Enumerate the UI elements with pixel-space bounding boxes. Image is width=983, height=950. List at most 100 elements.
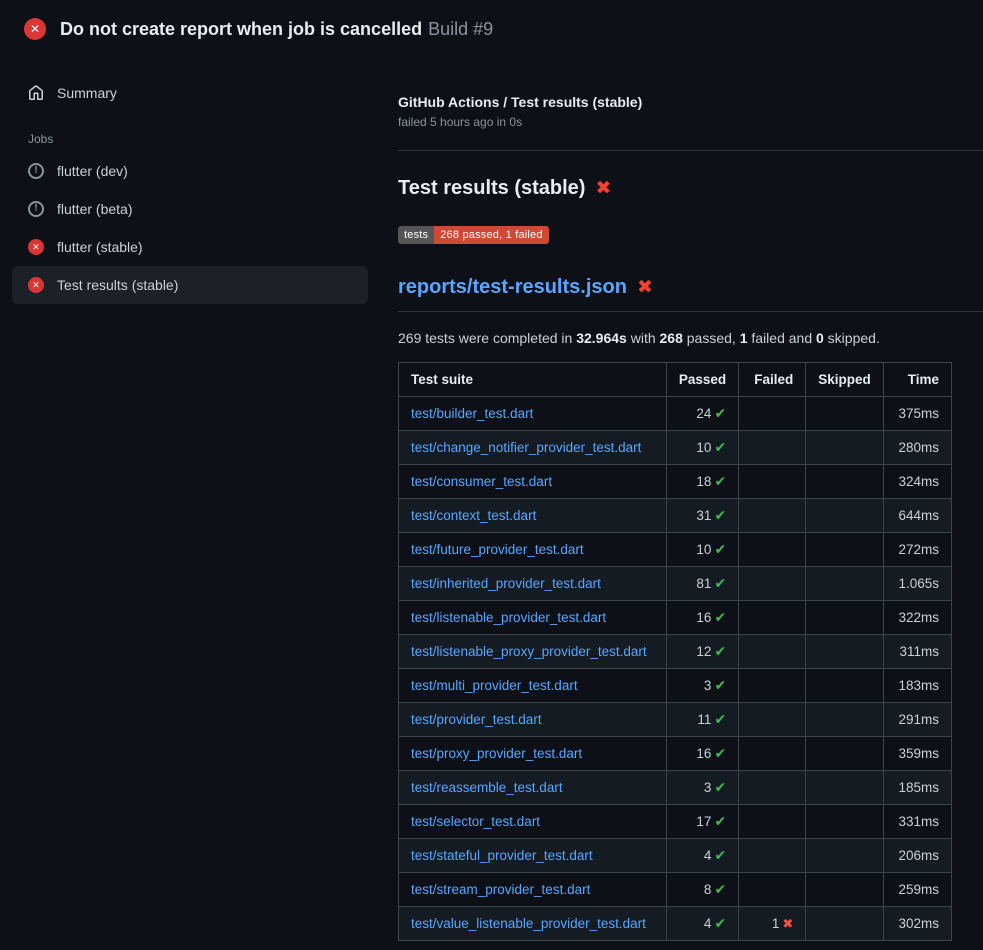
page-title: Do not create report when job is cancell…	[60, 19, 493, 40]
time-cell: 259ms	[883, 873, 951, 907]
table-header-row: Test suite Passed Failed Skipped Time	[399, 363, 952, 397]
test-results-table: Test suite Passed Failed Skipped Time te…	[398, 362, 952, 941]
test-suite-link[interactable]: test/multi_provider_test.dart	[411, 678, 578, 693]
failed-x-icon: ✖	[637, 276, 653, 299]
time-cell: 644ms	[883, 499, 951, 533]
sidebar-item-test-results-stable[interactable]: ✕ Test results (stable)	[12, 266, 368, 304]
check-icon: ✔	[714, 881, 726, 897]
sidebar-item-flutter-stable[interactable]: ✕ flutter (stable)	[12, 228, 368, 266]
passed-cell: 8✔	[666, 873, 738, 907]
time-cell: 183ms	[883, 669, 951, 703]
time-cell: 302ms	[883, 907, 951, 941]
failed-cell	[739, 669, 806, 703]
test-suite-link[interactable]: test/stateful_provider_test.dart	[411, 848, 593, 863]
table-row: test/stream_provider_test.dart 8✔ 259ms	[399, 873, 952, 907]
sidebar-item-summary[interactable]: Summary	[12, 74, 368, 112]
passed-cell: 24✔	[666, 397, 738, 431]
home-icon	[28, 85, 44, 101]
failed-x-icon: ✖	[595, 177, 611, 200]
passed-cell: 81✔	[666, 567, 738, 601]
test-suite-link[interactable]: test/inherited_provider_test.dart	[411, 576, 601, 591]
test-suite-link[interactable]: test/proxy_provider_test.dart	[411, 746, 582, 761]
test-suite-link[interactable]: test/listenable_provider_test.dart	[411, 610, 606, 625]
skipped-cell	[806, 567, 884, 601]
failed-cell	[739, 465, 806, 499]
table-row: test/provider_test.dart11✔291ms	[399, 703, 952, 737]
passed-cell: 3✔	[666, 669, 738, 703]
skipped-cell	[806, 669, 884, 703]
test-suite-link[interactable]: test/provider_test.dart	[411, 712, 542, 727]
skipped-cell	[806, 465, 884, 499]
passed-cell: 31✔	[666, 499, 738, 533]
sidebar-summary-label: Summary	[57, 85, 117, 101]
report-link[interactable]: reports/test-results.json	[398, 276, 627, 299]
column-header-test-suite: Test suite	[399, 363, 667, 397]
test-suite-cell: test/consumer_test.dart	[399, 465, 667, 499]
check-icon: ✔	[714, 779, 726, 795]
table-row: test/builder_test.dart24✔375ms	[399, 397, 952, 431]
sidebar-item-flutter-dev[interactable]: ! flutter (dev)	[12, 152, 368, 190]
failed-cell	[739, 397, 806, 431]
summary-passed: 268	[660, 330, 683, 346]
skipped-cell	[806, 873, 884, 907]
breadcrumb: GitHub Actions / Test results (stable)	[398, 94, 983, 110]
time-cell: 280ms	[883, 431, 951, 465]
build-title: Do not create report when job is cancell…	[60, 19, 422, 39]
build-failed-icon: ✕	[24, 18, 46, 40]
sidebar-item-label: flutter (beta)	[57, 201, 132, 217]
summary-duration: 32.964s	[576, 330, 627, 346]
test-suite-link[interactable]: test/listenable_proxy_provider_test.dart	[411, 644, 647, 659]
test-suite-cell: test/multi_provider_test.dart	[399, 669, 667, 703]
report-title: reports/test-results.json ✖	[398, 276, 983, 312]
skipped-cell	[806, 771, 884, 805]
time-cell: 311ms	[883, 635, 951, 669]
failed-cell	[739, 873, 806, 907]
check-icon: ✔	[714, 439, 726, 455]
table-row: test/value_listenable_provider_test.dart…	[399, 907, 952, 941]
failed-cell	[739, 635, 806, 669]
test-table-body: test/builder_test.dart24✔375mstest/chang…	[399, 397, 952, 941]
results-summary: 269 tests were completed in 32.964s with…	[398, 330, 983, 346]
test-suite-cell: test/provider_test.dart	[399, 703, 667, 737]
failed-cell	[739, 499, 806, 533]
time-cell: 322ms	[883, 601, 951, 635]
column-header-passed: Passed	[666, 363, 738, 397]
test-suite-cell: test/reassemble_test.dart	[399, 771, 667, 805]
test-suite-cell: test/selector_test.dart	[399, 805, 667, 839]
table-row: test/stateful_provider_test.dart4✔206ms	[399, 839, 952, 873]
skipped-cell	[806, 805, 884, 839]
content-area: Summary Jobs ! flutter (dev) ! flutter (…	[0, 58, 983, 941]
passed-cell: 17✔	[666, 805, 738, 839]
table-row: test/multi_provider_test.dart 3✔ 183ms	[399, 669, 952, 703]
jobs-section-label: Jobs	[12, 112, 368, 152]
badge-value: 268 passed, 1 failed	[434, 226, 548, 244]
table-row: test/listenable_provider_test.dart 16✔ 322…	[399, 601, 952, 635]
summary-skipped: 0	[816, 330, 824, 346]
test-suite-link[interactable]: test/stream_provider_test.dart	[411, 882, 590, 897]
column-header-time: Time	[883, 363, 951, 397]
time-cell: 206ms	[883, 839, 951, 873]
test-suite-link[interactable]: test/future_provider_test.dart	[411, 542, 584, 557]
build-header: ✕ Do not create report when job is cance…	[0, 0, 983, 58]
test-suite-link[interactable]: test/change_notifier_provider_test.dart	[411, 440, 641, 455]
skipped-cell	[806, 499, 884, 533]
table-row: test/inherited_provider_test.dart81✔1.06…	[399, 567, 952, 601]
passed-cell: 16✔	[666, 737, 738, 771]
sidebar-item-flutter-beta[interactable]: ! flutter (beta)	[12, 190, 368, 228]
test-suite-link[interactable]: test/value_listenable_provider_test.dart	[411, 916, 646, 931]
test-suite-link[interactable]: test/reassemble_test.dart	[411, 780, 563, 795]
test-suite-link[interactable]: test/context_test.dart	[411, 508, 536, 523]
test-suite-link[interactable]: test/consumer_test.dart	[411, 474, 552, 489]
x-icon: ✖	[782, 916, 793, 931]
check-icon: ✔	[714, 575, 726, 591]
passed-cell: 10✔	[666, 431, 738, 465]
test-suite-cell: test/change_notifier_provider_test.dart	[399, 431, 667, 465]
passed-cell: 16✔	[666, 601, 738, 635]
test-suite-link[interactable]: test/builder_test.dart	[411, 406, 533, 421]
failed-cell	[739, 839, 806, 873]
test-suite-cell: test/stateful_provider_test.dart	[399, 839, 667, 873]
test-suite-link[interactable]: test/selector_test.dart	[411, 814, 540, 829]
tests-badge: tests 268 passed, 1 failed	[398, 226, 549, 244]
skipped-cell	[806, 703, 884, 737]
skipped-cell	[806, 907, 884, 941]
